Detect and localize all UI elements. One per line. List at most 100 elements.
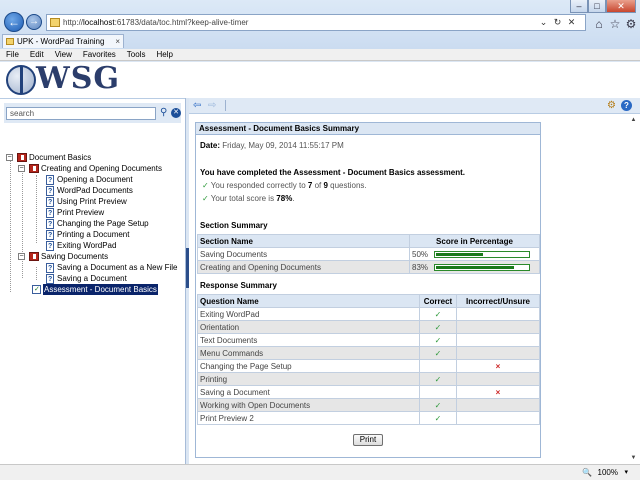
tree-item-topic[interactable]: Opening a Document (46, 174, 181, 186)
correct-cell: ✓ (419, 372, 457, 386)
table-row: Changing the Page Setup × (197, 359, 540, 373)
tree-label-selected: Assessment - Document Basics (43, 284, 158, 295)
back-button[interactable]: ← (4, 12, 24, 32)
incorrect-cell (456, 411, 540, 425)
tree-item-topic[interactable]: Changing the Page Setup (46, 218, 181, 230)
tree-item-topic[interactable]: Saving a Document as a New File (46, 262, 181, 274)
topic-toolbar: ⇦ ⇨ ⚙ ? (189, 98, 640, 114)
refresh-icon[interactable]: ↻ (552, 17, 563, 28)
tree-label: Saving a Document (57, 274, 127, 283)
tree-label: Changing the Page Setup (57, 219, 149, 228)
home-icon[interactable]: ⌂ (592, 17, 606, 31)
incorrect-cell (456, 307, 540, 321)
scroll-up-icon[interactable]: ▲ (629, 116, 638, 124)
tree-node-creating-opening[interactable]: − Creating and Opening Documents (17, 163, 181, 174)
close-icon[interactable]: ✕ (606, 0, 636, 13)
question-name: Printing (197, 372, 420, 386)
column-header: Question Name (197, 294, 420, 308)
table-row: Saving Documents 50% (197, 247, 540, 261)
scroll-down-icon[interactable]: ▼ (629, 454, 638, 462)
correct-cell: ✓ (419, 346, 457, 360)
tree-label: Print Preview (57, 208, 105, 217)
score-bar-fill (436, 252, 483, 256)
tree-label: Saving Documents (41, 252, 109, 261)
forward-button[interactable]: → (26, 14, 42, 30)
tree-item-topic[interactable]: Printing a Document (46, 229, 181, 241)
collapse-toggle-icon[interactable]: − (18, 253, 25, 260)
question-name: Print Preview 2 (197, 411, 420, 425)
topic-icon (46, 186, 54, 197)
previous-arrow-icon[interactable]: ⇦ (193, 100, 205, 111)
topic-panel: ⇦ ⇨ ⚙ ? ▲ ▼ Assessment - Document Basics… (189, 98, 640, 464)
settings-icon[interactable]: ⚙ (607, 100, 616, 111)
browser-tab[interactable]: UPK - WordPad Training × (2, 34, 124, 48)
zoom-dropdown-icon[interactable]: ▾ (624, 468, 628, 476)
zoom-level[interactable]: 100% (598, 468, 618, 477)
table-row: Print Preview 2 ✓ (197, 411, 540, 425)
collapse-toggle-icon[interactable]: − (6, 154, 13, 161)
collapse-toggle-icon[interactable]: − (18, 165, 25, 172)
stop-icon[interactable]: ✕ (566, 17, 577, 28)
tree-item-topic[interactable]: WordPad Documents (46, 185, 181, 197)
tree-connector (36, 267, 37, 280)
clear-search-icon[interactable]: ✕ (171, 108, 181, 118)
zoom-icon: 🔍 (582, 468, 592, 477)
help-icon[interactable]: ? (621, 100, 632, 111)
column-header: Incorrect/Unsure (456, 294, 540, 308)
column-header: Section Name (197, 234, 410, 248)
section-summary-heading: Section Summary (200, 221, 268, 230)
check-icon: ✓ (434, 413, 442, 423)
vertical-scrollbar[interactable]: ▲ ▼ (629, 114, 638, 464)
tree-label: Opening a Document (57, 175, 133, 184)
maximize-icon[interactable]: □ (588, 0, 606, 13)
favorites-star-icon[interactable]: ☆ (608, 17, 622, 31)
menu-view[interactable]: View (55, 49, 72, 60)
menu-edit[interactable]: Edit (30, 49, 44, 60)
status-bar: 🔍 100% ▾ (0, 464, 640, 480)
tree-item-assessment[interactable]: Assessment - Document Basics (31, 284, 181, 295)
tree-node-document-basics[interactable]: − Document Basics (5, 152, 181, 163)
book-icon (17, 153, 27, 162)
page-icon (50, 18, 60, 27)
globe-icon (6, 65, 36, 95)
section-name: Creating and Opening Documents (197, 260, 410, 274)
next-arrow-icon[interactable]: ⇨ (208, 100, 220, 111)
table-row: Text Documents ✓ (197, 333, 540, 347)
address-bar[interactable]: http://localhost:61783/data/toc.html?kee… (46, 14, 586, 31)
tree-item-topic[interactable]: Using Print Preview (46, 196, 181, 208)
responded-line: ✓ You responded correctly to 7 of 9 ques… (202, 181, 367, 190)
search-icon[interactable]: ⚲ (160, 107, 171, 119)
topic-scroll-area[interactable]: ▲ ▼ Assessment - Document Basics Summary… (189, 114, 640, 464)
incorrect-cell: × (456, 385, 540, 399)
question-name: Orientation (197, 320, 420, 334)
section-summary-table: Section Name Score in Percentage Saving … (197, 234, 540, 274)
tree-item-topic[interactable]: Print Preview (46, 207, 181, 219)
tree-node-saving-documents[interactable]: − Saving Documents (17, 251, 181, 262)
tree-item-topic[interactable]: Exiting WordPad (46, 240, 181, 252)
tree-item-topic[interactable]: Saving a Document (46, 273, 181, 285)
section-name: Saving Documents (197, 247, 410, 261)
menu-tools[interactable]: Tools (127, 49, 146, 60)
summary-title: Assessment - Document Basics Summary (196, 123, 540, 135)
search-bar: ⚲ ✕ (4, 103, 181, 123)
minimize-icon[interactable]: – (570, 0, 588, 13)
wsg-logo: WSG (6, 61, 130, 96)
tab-close-icon[interactable]: × (115, 35, 120, 48)
menu-help[interactable]: Help (156, 49, 172, 60)
response-summary-table: Question Name Correct Incorrect/Unsure E… (197, 294, 540, 425)
x-icon: × (495, 361, 501, 371)
score-bar-fill (436, 265, 515, 269)
search-dropdown-icon[interactable]: ⌄ (538, 17, 549, 28)
print-button[interactable]: Print (353, 434, 383, 446)
menu-file[interactable]: File (6, 49, 19, 60)
tree-label: Creating and Opening Documents (41, 164, 162, 173)
menu-bar: File Edit View Favorites Tools Help (0, 49, 640, 61)
table-row: Orientation ✓ (197, 320, 540, 334)
question-name: Text Documents (197, 333, 420, 347)
date-label: Date: (200, 141, 221, 150)
menu-favorites[interactable]: Favorites (83, 49, 116, 60)
tree-label: Using Print Preview (57, 197, 127, 206)
book-icon (29, 252, 39, 261)
search-input[interactable] (6, 107, 156, 120)
tools-gear-icon[interactable]: ⚙ (624, 17, 638, 31)
